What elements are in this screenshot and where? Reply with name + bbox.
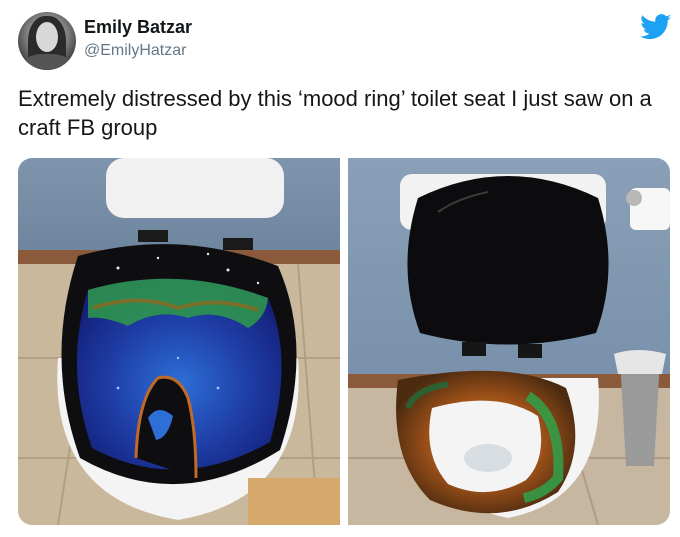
- avatar-face: [36, 22, 58, 52]
- author-name[interactable]: Emily Batzar: [84, 17, 192, 38]
- avatar-body: [24, 54, 70, 70]
- tweet-media-grid: [18, 158, 670, 525]
- photo-closed-lid[interactable]: [18, 158, 340, 525]
- avatar[interactable]: [18, 12, 76, 70]
- twitter-bird-icon[interactable]: [640, 14, 672, 40]
- author-handle[interactable]: @EmilyHatzar: [84, 42, 186, 60]
- photo-open-lid[interactable]: [348, 158, 670, 525]
- tweet-text: Extremely distressed by this ‘mood ring’…: [18, 86, 652, 140]
- tweet-card: Emily Batzar @EmilyHatzar Extremely dist…: [0, 0, 680, 537]
